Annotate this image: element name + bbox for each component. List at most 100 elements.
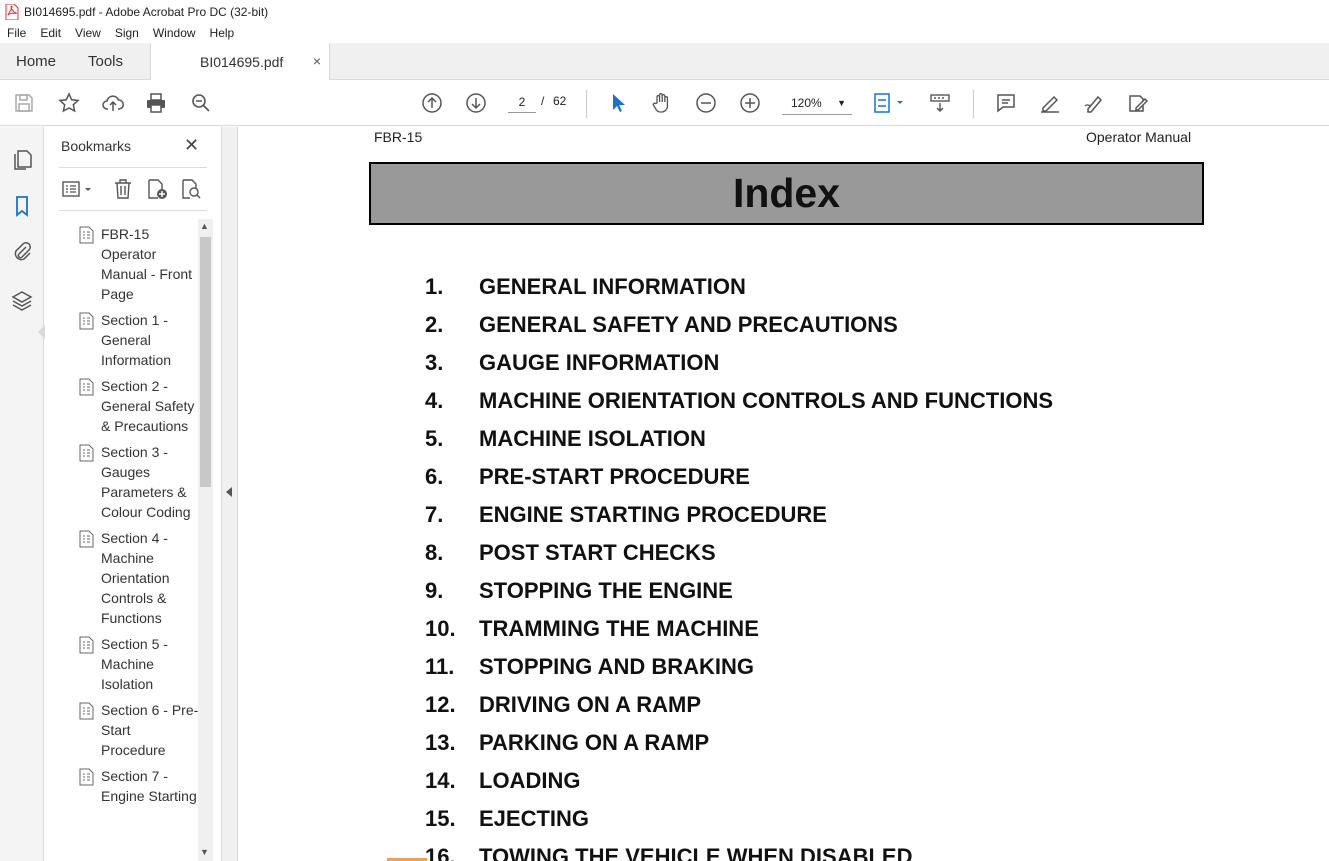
doc-header-right: Operator Manual <box>1086 129 1192 145</box>
bookmark-item[interactable]: Section 3 - Gauges Parameters & Colour C… <box>75 442 199 522</box>
bookmark-node-icon <box>79 768 94 786</box>
scroll-down-icon[interactable]: ▼ <box>200 847 209 857</box>
close-tab-icon[interactable]: × <box>313 53 321 69</box>
close-panel-icon[interactable]: ✕ <box>184 135 199 156</box>
toolbar-divider <box>586 90 587 118</box>
new-bookmark-icon[interactable] <box>145 177 169 201</box>
page-down-icon[interactable] <box>464 91 488 115</box>
toc-number: 3. <box>425 350 444 375</box>
cloud-upload-icon[interactable] <box>101 91 125 115</box>
hand-tool-icon[interactable] <box>650 91 674 115</box>
toc-title: PRE-START PROCEDURE <box>479 464 750 489</box>
toc-title: MACHINE ISOLATION <box>479 426 706 451</box>
bookmark-node-icon <box>79 636 94 654</box>
toc-number: 10. <box>425 616 456 641</box>
select-cursor-icon[interactable] <box>606 91 630 115</box>
menu-window[interactable]: Window <box>146 26 203 40</box>
toc-number: 16. <box>425 844 456 861</box>
toc-title: POST START CHECKS <box>479 540 716 565</box>
menu-bar: File Edit View Sign Window Help <box>0 23 1329 43</box>
star-icon[interactable] <box>57 91 81 115</box>
draw-sign-icon[interactable] <box>1082 91 1106 115</box>
bookmark-label: FBR-15 Operator Manual - Front Page <box>101 226 193 302</box>
menu-edit[interactable]: Edit <box>33 26 68 40</box>
toolbar-divider <box>973 90 974 118</box>
fill-sign-icon[interactable] <box>1126 91 1150 115</box>
bookmark-item[interactable]: Section 4 - Machine Orientation Controls… <box>75 528 199 628</box>
toc-title: MACHINE ORIENTATION CONTROLS AND FUNCTIO… <box>479 388 1054 413</box>
delete-icon[interactable] <box>111 177 135 201</box>
zoom-value: 120% <box>791 96 822 110</box>
bookmark-node-icon <box>79 530 94 548</box>
bookmarks-scrollbar[interactable]: ▲ ▼ <box>198 219 213 861</box>
active-panel-indicator <box>38 325 45 339</box>
toc-title: EJECTING <box>479 806 590 831</box>
doc-header-left: FBR-15 <box>374 129 423 145</box>
toc-title: ENGINE STARTING PROCEDURE <box>479 502 827 527</box>
index-title-box: Index <box>369 162 1204 225</box>
search-zoom-icon[interactable] <box>189 91 213 115</box>
bookmark-item[interactable]: Section 7 - Engine Starting <box>75 766 199 806</box>
bookmark-label: Section 3 - Gauges Parameters & Colour C… <box>101 444 191 520</box>
toc-number: 4. <box>425 388 444 413</box>
toc-title: TRAMMING THE MACHINE <box>479 616 759 641</box>
comment-icon[interactable] <box>994 91 1018 115</box>
menu-view[interactable]: View <box>68 26 108 40</box>
bookmark-label: Section 6 - Pre-Start Procedure <box>101 702 199 758</box>
scroll-mode-icon[interactable] <box>928 91 952 115</box>
bookmark-item[interactable]: FBR-15 Operator Manual - Front Page <box>75 224 199 304</box>
scroll-up-icon[interactable]: ▲ <box>200 221 209 231</box>
left-rail <box>0 127 45 861</box>
save-icon[interactable] <box>12 91 36 115</box>
menu-sign[interactable]: Sign <box>108 26 146 40</box>
print-icon[interactable] <box>144 91 168 115</box>
bookmark-label: Section 4 - Machine Orientation Controls… <box>101 530 170 626</box>
page-up-icon[interactable] <box>420 91 444 115</box>
toc-title: LOADING <box>479 768 581 793</box>
bookmark-label: Section 2 - General Safety & Precautions <box>101 378 195 434</box>
find-bookmark-icon[interactable] <box>179 177 203 201</box>
scroll-thumb[interactable] <box>200 237 211 487</box>
bookmark-item[interactable]: Section 5 - Machine Isolation <box>75 634 199 694</box>
tab-home[interactable]: Home <box>0 43 70 80</box>
bookmark-label: Section 5 - Machine Isolation <box>101 636 168 692</box>
toc-number: 11. <box>425 654 455 679</box>
layers-icon[interactable] <box>10 289 34 313</box>
bookmark-icon[interactable] <box>10 194 34 218</box>
toolbar: 2 / 62 120% ▼ <box>0 80 1329 126</box>
bookmark-label: Section 1 - General Information <box>101 312 172 368</box>
bookmark-item[interactable]: Section 1 - General Information <box>75 310 199 370</box>
bookmark-node-icon <box>79 702 94 720</box>
paperclip-icon[interactable] <box>10 240 34 264</box>
panel-collapse-strip[interactable] <box>221 127 238 861</box>
page-separator: / <box>541 94 545 108</box>
highlight-pen-icon[interactable] <box>1038 91 1062 115</box>
toc-number: 13. <box>425 730 456 755</box>
toc-number: 9. <box>425 578 444 603</box>
divider <box>59 167 207 168</box>
fit-page-icon[interactable] <box>872 91 908 115</box>
toc-number: 2. <box>425 312 444 337</box>
page-thumbnails-icon[interactable] <box>10 148 34 172</box>
bookmark-item[interactable]: Section 6 - Pre-Start Procedure <box>75 700 199 760</box>
options-menu-icon[interactable] <box>61 177 95 201</box>
page-number-input[interactable]: 2 <box>508 91 536 113</box>
tab-document[interactable]: BI014695.pdf × <box>150 43 330 81</box>
toc-number: 12. <box>425 692 456 717</box>
menu-file[interactable]: File <box>0 26 33 40</box>
zoom-in-icon[interactable] <box>738 91 762 115</box>
collapse-arrow-icon[interactable] <box>226 487 232 497</box>
zoom-out-icon[interactable] <box>694 91 718 115</box>
window-title: BI014695.pdf - Adobe Acrobat Pro DC (32-… <box>24 4 269 19</box>
toc-number: 7. <box>425 502 444 527</box>
bookmark-item[interactable]: Section 2 - General Safety & Precautions <box>75 376 199 436</box>
document-view[interactable]: FBR-15 Operator Manual Index 1. GENERAL I… <box>239 127 1329 861</box>
tab-document-label: BI014695.pdf <box>200 54 284 70</box>
toc-number: 8. <box>425 540 444 565</box>
chevron-down-icon: ▼ <box>837 98 846 108</box>
bookmark-label: Section 7 - Engine Starting <box>101 768 197 804</box>
bookmark-node-icon <box>79 226 94 244</box>
zoom-select[interactable]: 120% ▼ <box>782 91 852 115</box>
tab-tools[interactable]: Tools <box>70 43 150 80</box>
menu-help[interactable]: Help <box>203 26 242 40</box>
